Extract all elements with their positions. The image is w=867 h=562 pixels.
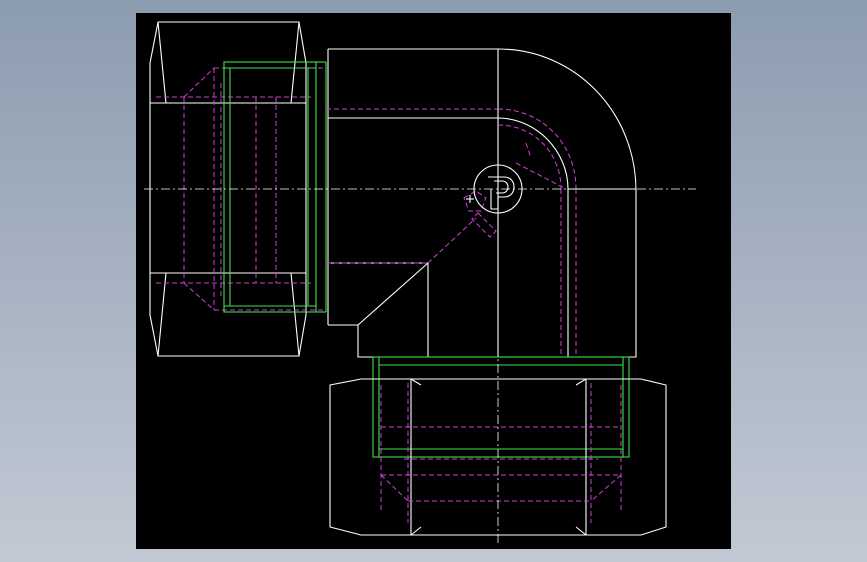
elbow-fitting-drawing <box>144 21 696 543</box>
parker-p-logo-icon <box>466 164 523 214</box>
cad-viewport[interactable] <box>136 13 731 549</box>
left-thread <box>223 61 327 313</box>
elbow-body <box>327 48 637 358</box>
